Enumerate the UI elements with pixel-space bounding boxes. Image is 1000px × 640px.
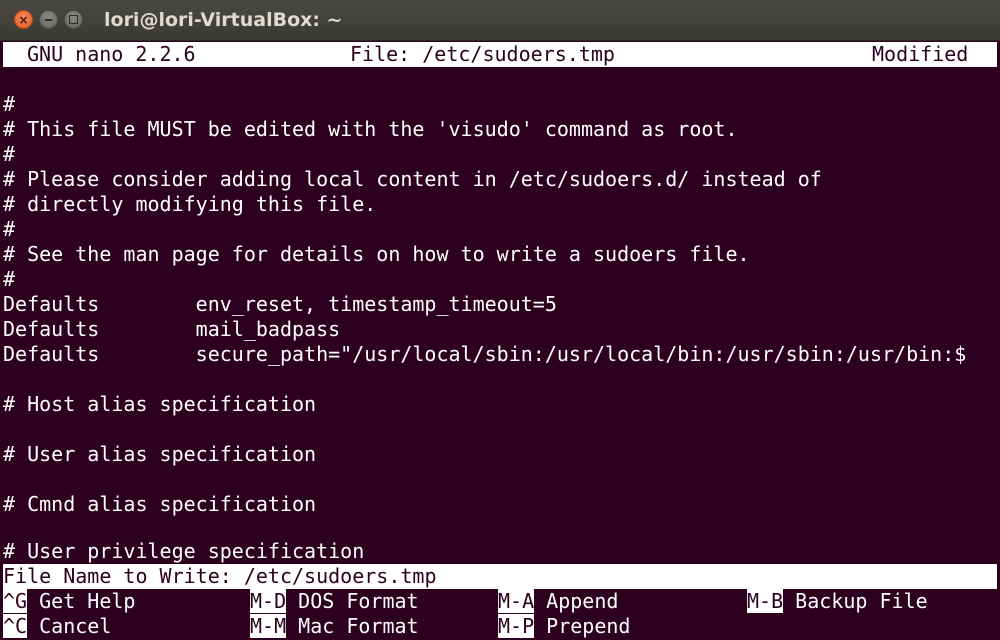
shortcut-label: Append [546, 589, 619, 613]
editor-line[interactable]: # Host alias specification [3, 392, 316, 417]
shortcut-label: Cancel [39, 614, 112, 638]
shortcut-label: Get Help [39, 589, 136, 613]
editor-line[interactable]: # User privilege specification [3, 539, 364, 564]
shortcut-label: Mac Format [298, 614, 419, 638]
editor-line[interactable]: # directly modifying this file. [3, 192, 376, 217]
filename-prompt-bar[interactable]: File Name to Write: /etc/sudoers.tmp [3, 564, 997, 589]
minimize-bar [45, 19, 52, 21]
shortcut-key: M-A [498, 589, 535, 613]
shortcut-key: M-B [747, 589, 784, 613]
shortcut-append[interactable]: M-A Append [498, 589, 618, 614]
editor-line[interactable]: # [3, 217, 15, 242]
shortcut-label: Backup File [795, 589, 928, 613]
window-title: lori@lori-VirtualBox: ~ [104, 9, 343, 31]
shortcut-get-help[interactable]: ^G Get Help [3, 589, 135, 614]
shortcut-backup-file[interactable]: M-B Backup File [747, 589, 928, 614]
nano-file-label: File: /etc/sudoers.tmp [350, 42, 615, 66]
shortcut-cancel[interactable]: ^C Cancel [3, 614, 111, 639]
filename-prompt-label: File Name to Write: [3, 564, 244, 588]
shortcut-key: ^G [3, 589, 28, 613]
editor-line[interactable]: # [3, 92, 15, 117]
minimize-icon[interactable] [39, 10, 58, 29]
close-icon[interactable]: × [14, 10, 33, 29]
filename-input[interactable]: /etc/sudoers.tmp [244, 564, 437, 588]
window-titlebar[interactable]: × lori@lori-VirtualBox: ~ [0, 0, 1000, 41]
nano-modified-status: Modified [872, 42, 969, 66]
nano-header-bar: GNU nano 2.2.6 File: /etc/sudoers.tmp Mo… [3, 42, 997, 67]
shortcut-label: Prepend [546, 614, 631, 638]
shortcut-key: ^C [3, 614, 28, 638]
shortcut-dos-format[interactable]: M-D DOS Format [250, 589, 419, 614]
shortcut-key: M-M [250, 614, 287, 638]
shortcut-label: DOS Format [298, 589, 419, 613]
maximize-icon[interactable] [64, 10, 83, 29]
nano-version: GNU nano 2.2.6 [27, 42, 196, 66]
shortcut-prepend[interactable]: M-P Prepend [498, 614, 630, 639]
editor-line[interactable]: # This file MUST be edited with the 'vis… [3, 117, 738, 142]
editor-line[interactable]: Defaults secure_path="/usr/local/sbin:/u… [3, 342, 966, 367]
editor-line[interactable]: # See the man page for details on how to… [3, 242, 750, 267]
shortcut-mac-format[interactable]: M-M Mac Format [250, 614, 419, 639]
editor-line[interactable]: Defaults env_reset, timestamp_timeout=5 [3, 292, 557, 317]
editor-line[interactable]: Defaults mail_badpass [3, 317, 340, 342]
editor-line[interactable]: # User alias specification [3, 442, 316, 467]
shortcut-key: M-P [498, 614, 535, 638]
editor-line[interactable]: # Please consider adding local content i… [3, 167, 822, 192]
editor-line[interactable]: # Cmnd alias specification [3, 492, 316, 517]
terminal-window: × lori@lori-VirtualBox: ~ GNU nano 2.2.6… [0, 0, 1000, 640]
shortcut-key: M-D [250, 589, 287, 613]
terminal-area[interactable]: GNU nano 2.2.6 File: /etc/sudoers.tmp Mo… [0, 41, 1000, 640]
editor-line[interactable]: # [3, 267, 15, 292]
maximize-box [69, 15, 78, 24]
editor-line[interactable]: # [3, 142, 15, 167]
